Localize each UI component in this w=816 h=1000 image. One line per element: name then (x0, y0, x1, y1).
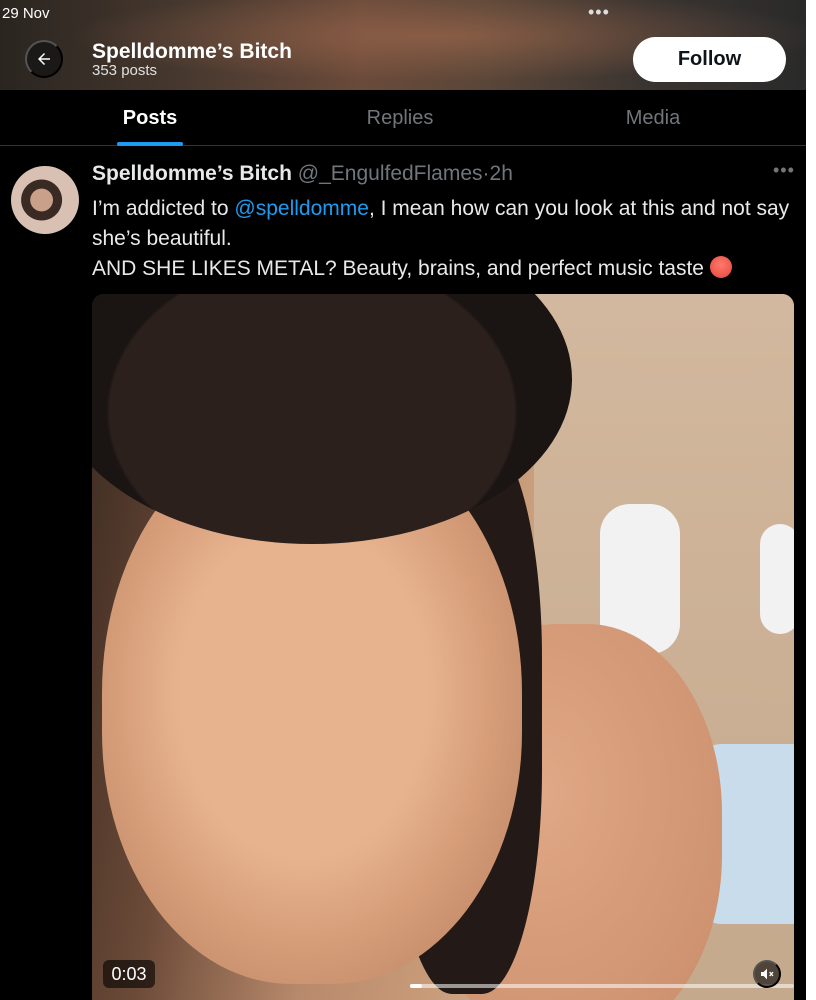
follow-button[interactable]: Follow (633, 37, 786, 82)
video-detail (760, 524, 794, 634)
tab-label: Posts (122, 106, 178, 129)
video-progress-bar[interactable] (410, 984, 794, 988)
window-more-icon[interactable]: ••• (588, 2, 610, 23)
post-text-part: I’m addicted to (92, 197, 235, 220)
post-text-line: AND SHE LIKES METAL? Beauty, brains, and… (92, 257, 710, 280)
post-header: Spelldomme’s Bitch @_EngulfedFlames·2h (92, 162, 513, 186)
post-text: I’m addicted to @spelldomme, I mean how … (92, 194, 792, 284)
post-more-icon[interactable]: ••• (773, 160, 795, 181)
post-count: 353 posts (92, 62, 158, 79)
status-date: 29 Nov (2, 5, 50, 22)
active-tab-indicator (117, 142, 183, 146)
tab-posts[interactable]: Posts (0, 90, 300, 146)
post-author-handle[interactable]: @_EngulfedFlames (298, 162, 483, 185)
post-separator: · (482, 162, 490, 185)
tab-label: Media (625, 106, 681, 129)
post-time[interactable]: 2h (490, 162, 513, 185)
post-video[interactable] (92, 294, 794, 1000)
tab-media[interactable]: Media (500, 90, 806, 146)
video-progress-fill (410, 984, 422, 988)
arrow-left-icon (38, 53, 50, 65)
tab-replies[interactable]: Replies (300, 90, 500, 146)
back-button[interactable] (25, 40, 63, 78)
tab-label: Replies (366, 106, 434, 129)
post-author-name[interactable]: Spelldomme’s Bitch (92, 162, 292, 185)
mute-button[interactable] (753, 960, 781, 988)
hot-face-emoji-icon (709, 256, 732, 278)
window-edge (806, 0, 816, 1000)
profile-title: Spelldomme’s Bitch (92, 40, 292, 63)
profile-tabs: Posts Replies Media (0, 90, 806, 146)
mention-link[interactable]: @spelldomme (234, 197, 369, 220)
speaker-muted-icon (761, 968, 774, 980)
video-timecode: 0:03 (103, 960, 155, 988)
avatar[interactable] (11, 166, 79, 234)
